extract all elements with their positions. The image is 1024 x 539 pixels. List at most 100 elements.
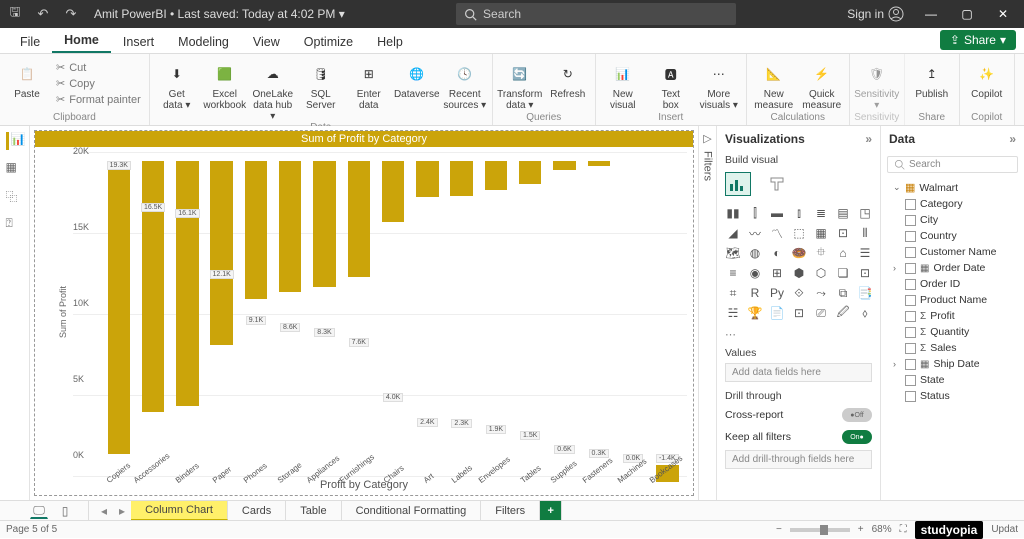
new-visualbutton[interactable]: 📊Newvisual (600, 58, 646, 111)
zoom-slider[interactable] (790, 528, 850, 532)
desktop-layout-icon[interactable]: 🖵 (30, 503, 48, 519)
data-search-input[interactable]: Search (887, 156, 1018, 173)
viz-type-22[interactable]: ◉ (745, 264, 765, 282)
save-icon[interactable]: 🖫 (4, 3, 26, 25)
viz-type-16[interactable]: ◐ (767, 244, 787, 262)
bar-labels[interactable]: 2.3KLabels (448, 161, 475, 465)
viz-type-34[interactable]: 📑 (855, 284, 875, 302)
field-sales[interactable]: Σ Sales (883, 340, 1022, 356)
enter-databutton[interactable]: ⊞Enterdata (346, 58, 392, 111)
recent-sources-button[interactable]: 🕓Recentsources ▾ (442, 58, 488, 111)
bar-envelopes[interactable]: 1.9KEnvelopes (482, 161, 509, 465)
collapse-icon[interactable]: » (1009, 132, 1016, 146)
search-box[interactable]: Search (456, 3, 736, 25)
viz-type-37[interactable]: 📄 (767, 304, 787, 322)
viz-type-14[interactable]: 🗺 (723, 244, 743, 262)
bar-paper[interactable]: 12.1KPaper (208, 161, 235, 465)
menu-modeling[interactable]: Modeling (166, 30, 241, 53)
maximize-icon[interactable]: ▢ (950, 0, 984, 28)
viz-type-1[interactable]: ⫿ (745, 204, 765, 222)
zoom-out-icon[interactable]: − (776, 524, 782, 535)
next-page-icon[interactable]: ▸ (113, 504, 131, 518)
mobile-layout-icon[interactable]: ▯ (56, 503, 74, 519)
viz-type-11[interactable]: ▦ (811, 224, 831, 242)
viz-type-36[interactable]: 🏆 (745, 304, 765, 322)
field-ship-date[interactable]: ›▦ Ship Date (883, 356, 1022, 372)
bar-chairs[interactable]: 4.0KChairs (379, 161, 406, 465)
values-drop-zone[interactable]: Add data fields here (725, 363, 872, 382)
bar-binders[interactable]: 16.1KBinders (174, 161, 201, 465)
field-order-id[interactable]: Order ID (883, 276, 1022, 292)
copy-button[interactable]: ✂ Copy (52, 76, 145, 91)
format-painter-button[interactable]: ✂ Format painter (52, 92, 145, 107)
paste-button[interactable]: 📋Paste (4, 58, 50, 100)
minimize-icon[interactable]: — (914, 0, 948, 28)
viz-type-8[interactable]: 〰 (745, 224, 765, 242)
viz-type-41[interactable]: ⬨ (855, 304, 875, 322)
get-data-button[interactable]: ⬇Getdata ▾ (154, 58, 200, 111)
quick-measurebutton[interactable]: ⚡Quickmeasure (799, 58, 845, 111)
bar-bookcases[interactable]: -1.4KBookcases (654, 161, 681, 465)
more-visuals-button[interactable]: ⋯Morevisuals ▾ (696, 58, 742, 111)
menu-file[interactable]: File (8, 30, 52, 53)
keep-filters-toggle[interactable]: On ● (842, 430, 872, 444)
bar-storage[interactable]: 8.6KStorage (277, 161, 304, 465)
viz-type-29[interactable]: R (745, 284, 765, 302)
cross-report-toggle[interactable]: ● Off (842, 408, 872, 422)
add-page-button[interactable]: + (540, 501, 562, 520)
page-tab-conditional-formatting[interactable]: Conditional Formatting (342, 501, 482, 520)
viz-type-19[interactable]: ⌂ (833, 244, 853, 262)
bar-phones[interactable]: 9.1KPhones (242, 161, 269, 465)
viz-more-icon[interactable]: ⋯ (717, 328, 880, 341)
field-state[interactable]: State (883, 372, 1022, 388)
viz-type-40[interactable]: 🖉 (833, 304, 853, 322)
viz-type-21[interactable]: ≡ (723, 264, 743, 282)
bar-machines[interactable]: 0.0KMachines (619, 161, 646, 465)
page-tab-table[interactable]: Table (286, 501, 341, 520)
field-status[interactable]: Status (883, 388, 1022, 404)
viz-type-13[interactable]: ⫴ (855, 224, 875, 242)
sign-in-link[interactable]: Sign in (847, 6, 904, 22)
viz-type-28[interactable]: ⌗ (723, 284, 743, 302)
page-tab-cards[interactable]: Cards (228, 501, 286, 520)
bar-copiers[interactable]: 19.3KCopiers (105, 161, 132, 465)
dataversebutton[interactable]: 🌐Dataverse (394, 58, 440, 100)
field-customer-name[interactable]: Customer Name (883, 244, 1022, 260)
bar-furnishings[interactable]: 7.6KFurnishings (345, 161, 372, 465)
transform-data-button[interactable]: 🔄Transformdata ▾ (497, 58, 543, 111)
format-visual-tab[interactable] (765, 172, 791, 196)
collapse-icon[interactable]: » (865, 132, 872, 146)
viz-type-15[interactable]: ◍ (745, 244, 765, 262)
viz-type-5[interactable]: ▤ (833, 204, 853, 222)
dax-view-icon[interactable]: ⍰ (6, 216, 24, 234)
menu-optimize[interactable]: Optimize (292, 30, 365, 53)
viz-type-33[interactable]: ⧉ (833, 284, 853, 302)
viz-type-25[interactable]: ⬡ (811, 264, 831, 282)
menu-view[interactable]: View (241, 30, 292, 53)
bar-art[interactable]: 2.4KArt (414, 161, 441, 465)
viz-type-24[interactable]: ⬢ (789, 264, 809, 282)
viz-type-32[interactable]: ⤳ (811, 284, 831, 302)
menu-home[interactable]: Home (52, 28, 111, 53)
viz-type-26[interactable]: ❏ (833, 264, 853, 282)
viz-type-7[interactable]: ◢ (723, 224, 743, 242)
model-view-icon[interactable]: ⿻ (6, 188, 24, 206)
table-walmart[interactable]: ⌄▦ Walmart (883, 179, 1022, 196)
menu-insert[interactable]: Insert (111, 30, 166, 53)
chart-visual[interactable]: Sum of Profit by Category Sum of Profit … (34, 130, 694, 496)
zoom-in-icon[interactable]: + (858, 524, 864, 535)
field-product-name[interactable]: Product Name (883, 292, 1022, 308)
table-view-icon[interactable]: ▦ (6, 160, 24, 178)
field-category[interactable]: Category (883, 196, 1022, 212)
sql-serverbutton[interactable]: 🛢SQLServer (298, 58, 344, 111)
viz-type-35[interactable]: ☵ (723, 304, 743, 322)
viz-type-39[interactable]: ⎚ (811, 304, 831, 322)
viz-type-38[interactable]: ⊡ (789, 304, 809, 322)
viz-type-18[interactable]: ⯐ (811, 244, 831, 262)
viz-type-20[interactable]: ☰ (855, 244, 875, 262)
text-boxbutton[interactable]: 🅰Textbox (648, 58, 694, 111)
close-icon[interactable]: ✕ (986, 0, 1020, 28)
field-city[interactable]: City (883, 212, 1022, 228)
page-tab-column-chart[interactable]: Column Chart (131, 501, 228, 520)
fit-page-icon[interactable]: ⛶ (900, 524, 907, 535)
